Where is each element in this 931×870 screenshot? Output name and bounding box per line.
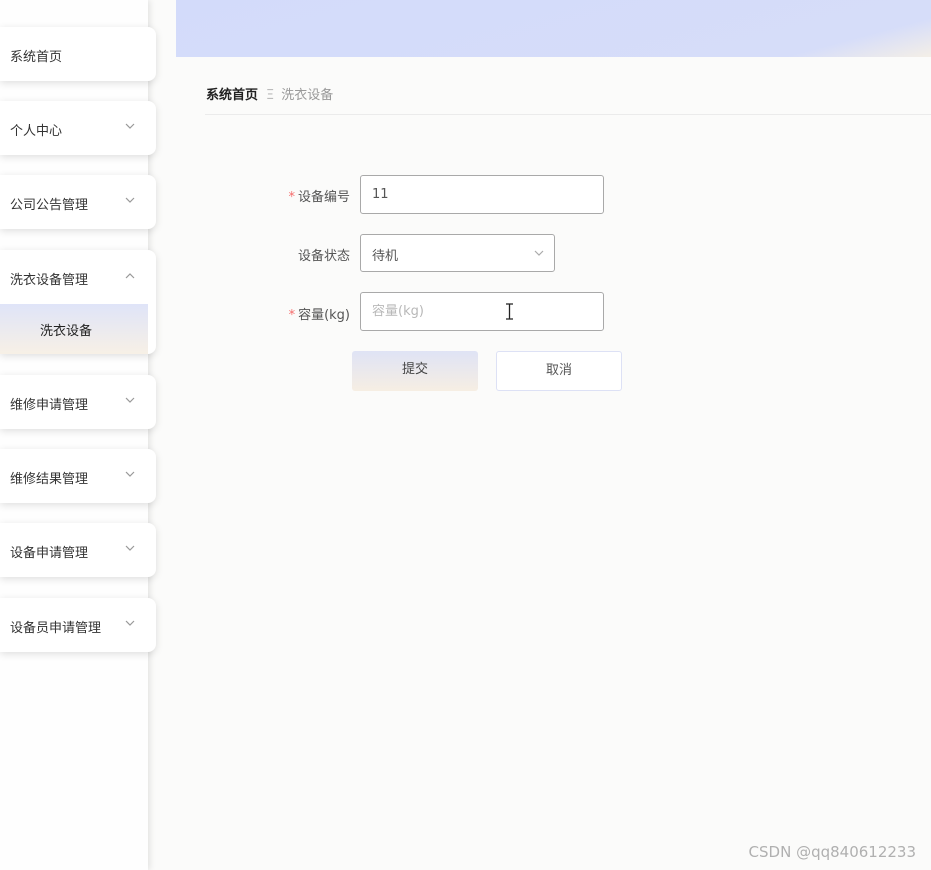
capacity-input[interactable]: [360, 292, 604, 331]
chevron-down-icon: [125, 197, 135, 203]
sidebar-item-device-request[interactable]: 设备申请管理: [0, 523, 156, 577]
chevron-down-icon: [534, 250, 544, 256]
chevron-up-icon: [125, 273, 135, 279]
breadcrumb: 系统首页 Ξ 洗衣设备: [206, 84, 333, 103]
chevron-down-icon: [125, 620, 135, 626]
capacity-label-text: 容量(kg): [298, 308, 350, 323]
breadcrumb-divider: [205, 114, 931, 115]
sidebar-item-device-staff-request[interactable]: 设备员申请管理: [0, 598, 156, 652]
breadcrumb-home-link[interactable]: 系统首页: [206, 88, 258, 103]
sidebar-item-label: 系统首页: [10, 50, 63, 65]
sidebar-item-label: 公司公告管理: [10, 198, 89, 213]
chevron-down-icon: [125, 397, 135, 403]
device-number-input[interactable]: [360, 175, 604, 214]
sidebar-item-laundry-device-management[interactable]: 洗衣设备管理 洗衣设备: [0, 250, 156, 354]
sidebar-item-label: 洗衣设备管理: [10, 273, 89, 288]
sidebar-item-label: 设备申请管理: [10, 546, 89, 561]
sidebar-item-label: 维修结果管理: [10, 472, 89, 487]
submit-button[interactable]: 提交: [352, 351, 478, 391]
capacity-label: * 容量(kg): [190, 304, 350, 323]
sidebar-item-label: 个人中心: [10, 124, 63, 139]
required-marker: *: [288, 308, 296, 323]
breadcrumb-separator-icon: Ξ: [266, 88, 275, 103]
sidebar-item-home[interactable]: 系统首页: [0, 27, 156, 81]
sidebar-item-announcements[interactable]: 公司公告管理: [0, 175, 156, 229]
watermark: CSDN @qq840612233: [748, 843, 916, 861]
device-number-label-text: 设备编号: [297, 190, 350, 205]
required-marker: *: [288, 190, 295, 205]
sidebar-item-label: 维修申请管理: [10, 398, 89, 413]
page: 系统首页 个人中心 公司公告管理 洗衣设备管理 洗衣设备 维修申请管理 维修结果…: [0, 0, 931, 870]
sidebar-item-label: 设备员申请管理: [10, 621, 102, 636]
sidebar: 系统首页 个人中心 公司公告管理 洗衣设备管理 洗衣设备 维修申请管理 维修结果…: [0, 0, 156, 870]
chevron-down-icon: [125, 545, 135, 551]
breadcrumb-current: 洗衣设备: [281, 88, 334, 103]
device-status-value: 待机: [372, 249, 399, 264]
header-banner: [176, 0, 931, 57]
chevron-down-icon: [125, 123, 135, 129]
text-cursor-icon: [506, 303, 513, 320]
sidebar-subitem-laundry-device[interactable]: 洗衣设备: [0, 304, 148, 354]
device-status-label: 设备状态: [297, 249, 350, 264]
chevron-down-icon: [125, 471, 135, 477]
sidebar-item-repair-request[interactable]: 维修申请管理: [0, 375, 156, 429]
device-status-select[interactable]: 待机: [360, 234, 555, 272]
sidebar-subitem-label: 洗衣设备: [40, 324, 93, 339]
device-number-label: * 设备编号: [190, 186, 350, 205]
sidebar-item-personal-center[interactable]: 个人中心: [0, 101, 156, 155]
cancel-button[interactable]: 取消: [496, 351, 622, 391]
sidebar-item-repair-result[interactable]: 维修结果管理: [0, 449, 156, 503]
